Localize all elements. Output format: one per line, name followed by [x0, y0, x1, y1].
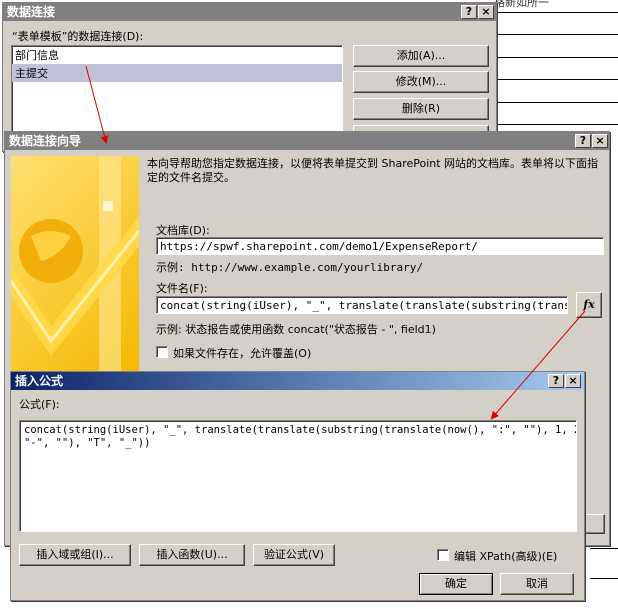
fx-formula-button[interactable]: fx: [576, 292, 602, 318]
connections-list[interactable]: 部门信息 主提交: [11, 45, 343, 145]
add-button[interactable]: 添加(A)...: [353, 45, 489, 67]
dialog-title: 数据连接: [7, 5, 56, 19]
insert-function-button[interactable]: 插入函数(U)...: [139, 544, 245, 566]
help-button[interactable]: ?: [548, 374, 564, 388]
formula-label: 公式(F):: [19, 398, 60, 411]
list-item-selected[interactable]: 主提交: [12, 64, 342, 82]
doc-line: [498, 12, 618, 13]
insert-field-button[interactable]: 插入域或组(I)...: [19, 544, 131, 566]
formula-line-1: concat(string(iUser), "_", translate(tra…: [24, 424, 577, 436]
globe-check-icon: [11, 156, 139, 374]
wizard-banner-image: [11, 156, 139, 374]
delete-button[interactable]: 删除(R): [353, 98, 489, 120]
insert-formula-dialog: 插入公式 ? × 公式(F): concat(string(iUser), "_…: [10, 371, 585, 601]
data-connections-titlebar: 数据连接: [3, 3, 496, 21]
doc-line: [498, 79, 618, 80]
edit-xpath-checkbox[interactable]: [437, 549, 449, 561]
help-button[interactable]: ?: [461, 5, 477, 19]
filename-input[interactable]: concat(string(iUser), "_", translate(tra…: [156, 296, 568, 314]
help-button[interactable]: ?: [575, 134, 591, 148]
wizard-titlebar: 数据连接向导: [5, 132, 609, 150]
verify-formula-button[interactable]: 验证公式(V): [253, 544, 335, 566]
close-button[interactable]: ×: [565, 374, 581, 388]
library-label: 文档库(D):: [156, 224, 210, 237]
close-button[interactable]: ×: [592, 134, 608, 148]
list-item[interactable]: 部门信息: [12, 46, 342, 64]
formula-line-2: "-", ""), "T", "_")): [24, 437, 151, 449]
doc-line: [590, 578, 618, 579]
dialog-title: 数据连接向导: [9, 134, 82, 148]
library-example: 示例: http://www.example.com/yourlibrary/: [156, 261, 424, 274]
doc-line: [498, 102, 618, 103]
ok-button[interactable]: 确定: [419, 573, 493, 595]
doc-line: [590, 548, 618, 549]
cancel-button[interactable]: 取消: [500, 573, 574, 595]
edit-xpath-label: 编辑 XPath(高级)(E): [454, 550, 558, 563]
doc-line: [498, 57, 618, 58]
close-button[interactable]: ×: [478, 5, 494, 19]
overwrite-label: 如果文件存在，允许覆盖(O): [173, 347, 312, 360]
background-doc-text: 格新如所一: [494, 0, 549, 9]
doc-line: [498, 34, 618, 35]
formula-textarea[interactable]: concat(string(iUser), "_", translate(tra…: [19, 420, 577, 532]
dialog-title: 插入公式: [15, 374, 64, 388]
connections-list-label: “表单模板”的数据连接(D):: [12, 30, 144, 43]
overwrite-checkbox[interactable]: [156, 346, 168, 358]
filename-label: 文件名(F):: [156, 282, 208, 295]
data-connections-dialog: 数据连接 ? × “表单模板”的数据连接(D): 部门信息 主提交 添加(A).…: [2, 2, 497, 152]
fx-icon: fx: [583, 298, 595, 311]
formula-titlebar: 插入公式: [11, 372, 584, 390]
wizard-intro-text: 本向导帮助您指定数据连接，以便将表单提交到 SharePoint 网站的文档库。…: [147, 157, 599, 184]
modify-button[interactable]: 修改(M)...: [353, 71, 489, 93]
filename-example: 示例: 状态报告或使用函数 concat("状态报告 - ", field1): [156, 323, 436, 336]
doc-line: [498, 124, 618, 125]
library-input[interactable]: https://spwf.sharepoint.com/demo1/Expens…: [156, 237, 604, 255]
